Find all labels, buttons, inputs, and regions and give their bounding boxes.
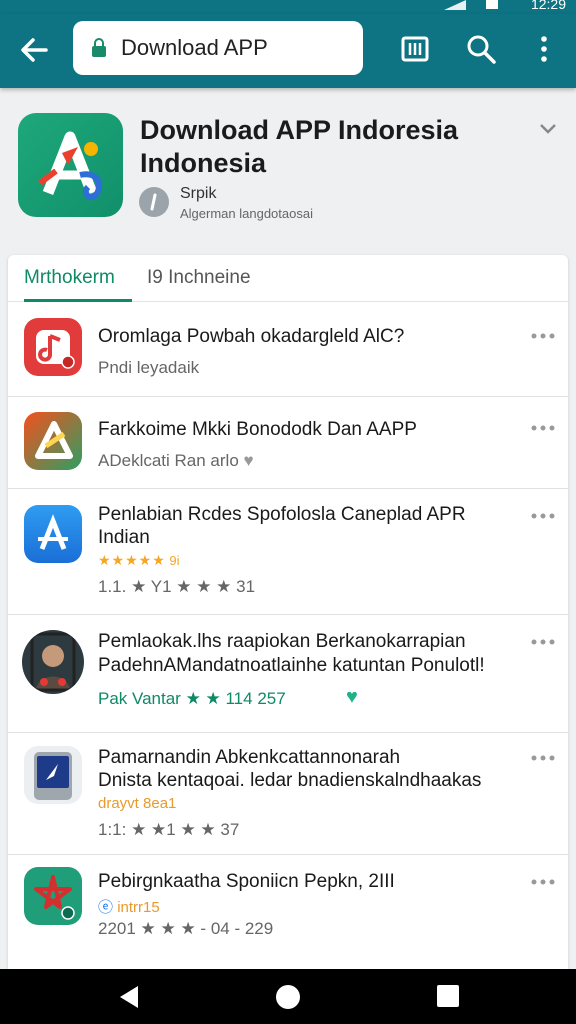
item-title-line2: PadehnAMandatnoatlainhe katuntan Ponulot…	[98, 655, 485, 676]
app-store-icon	[38, 514, 68, 550]
more-horiz-icon[interactable]	[530, 637, 556, 647]
app-header: Download APP Indoresia Indonesia Srpik A…	[0, 96, 576, 246]
item-title: Penlabian Rcdes Spofolosla Caneplad APR	[98, 504, 466, 525]
item-title: Pamarnandin Abkenkcattannonarah	[98, 747, 401, 768]
lock-icon	[92, 38, 106, 57]
list-item[interactable]: Farkkoime Mkki Bonododk Dan AAPP ADeklca…	[8, 397, 568, 489]
item-title: Oromlaga Powbah okadargleld AlC?	[98, 326, 405, 347]
search-icon[interactable]	[464, 32, 498, 66]
info-icon: ⓔ	[98, 899, 114, 916]
item-tag-text: intrr15	[117, 899, 160, 916]
developer-name[interactable]: Srpik	[180, 185, 216, 203]
more-horiz-icon[interactable]	[530, 423, 556, 433]
app-icon	[24, 505, 82, 563]
rating-row: ★★★★★ 9i	[98, 552, 180, 569]
app-logo-icon	[38, 131, 103, 201]
app-title-line2: Indonesia	[140, 148, 267, 178]
heart-icon[interactable]: ♥	[346, 686, 358, 709]
signal-icon	[444, 0, 466, 10]
item-tag: drayvt 8ea1	[98, 795, 177, 812]
item-subtitle-text: ADeklcati Ran arlo	[98, 451, 239, 470]
rating-stars: ★★★★★	[98, 552, 166, 568]
more-horiz-icon[interactable]	[530, 877, 556, 887]
grid-icon[interactable]	[398, 32, 432, 66]
nav-back-icon[interactable]	[116, 984, 142, 1010]
more-horiz-icon[interactable]	[530, 331, 556, 341]
item-meta: 1.1. ★ Y1 ★ ★ ★ 31	[98, 577, 256, 596]
item-title-line2: Indian	[98, 527, 150, 548]
heart-icon: ♥	[243, 451, 254, 470]
item-title: Farkkoime Mkki Bonododk Dan AAPP	[98, 419, 417, 440]
developer-avatar-icon	[150, 193, 157, 211]
triangle-logo-icon	[35, 421, 73, 459]
item-subtitle: ADeklcati Ran arlo ♥	[98, 451, 254, 471]
phone-device-icon	[34, 752, 72, 800]
app-title-line1: Download APP Indoresia	[140, 115, 459, 145]
item-meta: 1:1: ★ ★1 ★ ★ 37	[98, 820, 240, 839]
music-icon	[36, 330, 75, 369]
chevron-down-icon[interactable]	[538, 122, 558, 136]
video-call-icon	[30, 632, 76, 692]
status-time: 12:29	[530, 0, 566, 12]
system-nav-bar	[0, 969, 576, 1024]
star-logo-icon	[34, 875, 75, 920]
item-meta: Pak Vantar ★ ★ 114 257	[98, 689, 286, 708]
app-bar	[0, 14, 576, 88]
item-subtitle: Pndi leyadaik	[98, 358, 200, 377]
tab-other[interactable]: I9 Inchneine	[147, 267, 251, 289]
more-horiz-icon[interactable]	[530, 511, 556, 521]
list-item[interactable]: Pamarnandin Abkenkcattannonarah Dnista k…	[8, 733, 568, 855]
app-icon	[24, 318, 82, 376]
battery-icon	[486, 0, 498, 9]
list-item[interactable]: Penlabian Rcdes Spofolosla Caneplad APR …	[8, 489, 568, 615]
item-title-line2: Dnista kentaqoai. ledar bnadienskalndhaa…	[98, 770, 482, 791]
list-item[interactable]: Pebirgnkaatha Sponiicn Pepkn, 2III ⓔ int…	[8, 855, 568, 969]
search-box[interactable]	[73, 21, 363, 75]
item-meta: 2201 ★ ★ ★ - 04 - 229	[98, 919, 274, 938]
app-icon	[24, 867, 82, 925]
search-input[interactable]	[121, 35, 341, 61]
status-bar: 12:29	[0, 0, 576, 14]
back-arrow-icon[interactable]	[14, 32, 54, 68]
app-icon	[24, 412, 82, 470]
developer-subtitle: Algerman langdotaosai	[180, 206, 313, 221]
list-item[interactable]: Pemlaokak.lhs raapiokan Berkanokarrapian…	[8, 615, 568, 733]
app-title: Download APP Indoresia Indonesia	[140, 114, 520, 180]
more-horiz-icon[interactable]	[530, 753, 556, 763]
app-logo	[18, 113, 123, 217]
app-icon	[22, 630, 84, 694]
app-icon	[24, 746, 82, 804]
item-title: Pebirgnkaatha Sponiicn Pepkn, 2III	[98, 871, 395, 892]
more-vert-icon[interactable]	[527, 32, 561, 66]
list-item[interactable]: Oromlaga Powbah okadargleld AlC? Pndi le…	[8, 302, 568, 397]
item-tag: ⓔ intrr15	[98, 896, 160, 917]
results-card: Mrthokerm I9 Inchneine Oromlaga Powbah o…	[8, 255, 568, 969]
item-title: Pemlaokak.lhs raapiokan Berkanokarrapian	[98, 631, 466, 652]
rating-note: 9i	[169, 553, 180, 568]
tab-bar: Mrthokerm I9 Inchneine	[8, 255, 568, 302]
nav-recents-icon[interactable]	[436, 984, 460, 1008]
tab-active[interactable]: Mrthokerm	[24, 267, 115, 289]
nav-home-icon[interactable]	[275, 984, 301, 1010]
developer-avatar	[139, 187, 169, 217]
